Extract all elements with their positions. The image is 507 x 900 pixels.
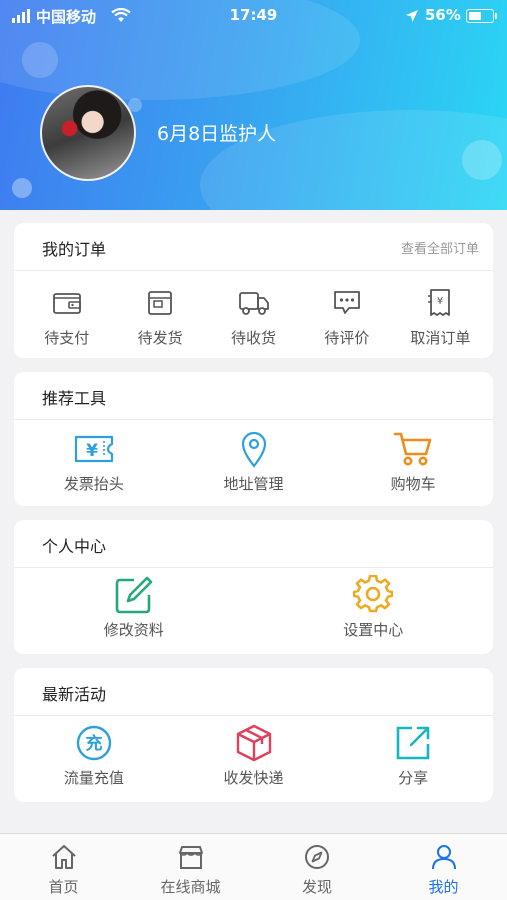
- personal-item-label: 修改资料: [103, 621, 164, 639]
- divider: [14, 419, 493, 420]
- battery-icon: [466, 9, 494, 23]
- battery-cap: [495, 13, 497, 19]
- compass-icon: [303, 844, 331, 874]
- express-delivery-button[interactable]: 收发快递: [174, 723, 334, 788]
- shopping-cart-button[interactable]: 购物车: [333, 429, 493, 494]
- tab-discover[interactable]: 发现: [254, 834, 380, 900]
- header-bubble: [12, 178, 32, 198]
- comment-icon: [332, 283, 362, 323]
- svg-text:¥: ¥: [437, 296, 443, 307]
- order-cancelled[interactable]: ¥ 取消订单: [394, 283, 487, 348]
- tab-label: 在线商城: [160, 878, 221, 896]
- personal-title: 个人中心: [42, 537, 107, 556]
- tools-title: 推荐工具: [42, 389, 107, 408]
- home-icon: [50, 844, 78, 874]
- svg-text:¥: ¥: [86, 441, 98, 461]
- share-icon: [394, 723, 432, 763]
- svg-text:充: 充: [85, 733, 102, 754]
- invoice-icon: ¥: [73, 429, 115, 469]
- activity-item-label: 流量充值: [63, 769, 124, 787]
- recharge-icon: 充: [75, 723, 113, 763]
- receipt-icon: ¥: [426, 283, 454, 323]
- tab-label: 发现: [301, 878, 332, 896]
- package-icon: [235, 723, 273, 763]
- tab-mine[interactable]: 我的: [380, 834, 507, 900]
- order-item-label: 取消订单: [410, 329, 471, 347]
- personal-card: 个人中心 修改资料 设置中心: [14, 520, 493, 654]
- header-bubble: [22, 42, 58, 78]
- share-button[interactable]: 分享: [333, 723, 493, 788]
- activities-title: 最新活动: [42, 685, 107, 704]
- gear-icon: [353, 575, 394, 615]
- battery-percent: 56%: [425, 6, 461, 24]
- order-pending-receipt[interactable]: 待收货: [207, 283, 300, 348]
- header-bubble: [462, 140, 502, 180]
- activity-item-label: 分享: [398, 769, 429, 787]
- cart-icon: [393, 429, 433, 469]
- orders-card: 我的订单 查看全部订单 待支付 待发货 待收货 待评价 ¥ 取消订单: [14, 223, 493, 358]
- tab-label: 我的: [428, 878, 459, 896]
- address-management-button[interactable]: 地址管理: [174, 429, 334, 494]
- box-icon: [146, 283, 174, 323]
- settings-button[interactable]: 设置中心: [254, 575, 494, 640]
- avatar[interactable]: [40, 85, 136, 181]
- order-item-label: 待发货: [137, 329, 183, 347]
- personal-item-label: 设置中心: [343, 621, 404, 639]
- order-item-label: 待评价: [324, 329, 370, 347]
- status-bar: 中国移动 17:49 56%: [0, 0, 507, 32]
- store-icon: [177, 844, 205, 874]
- order-pending-payment[interactable]: 待支付: [20, 283, 113, 348]
- tab-bar: 首页 在线商城 发现 我的: [0, 833, 507, 900]
- edit-icon: [114, 575, 154, 615]
- tool-item-label: 发票抬头: [63, 475, 124, 493]
- profile-header: 中国移动 17:49 56% 6月8日监护人: [0, 0, 507, 210]
- tools-card: 推荐工具 ¥ 发票抬头 地址管理 购物车: [14, 372, 493, 506]
- data-recharge-button[interactable]: 充 流量充值: [14, 723, 174, 788]
- view-all-orders-link[interactable]: 查看全部订单: [401, 238, 479, 257]
- location-arrow-icon: [405, 9, 419, 27]
- order-pending-shipment[interactable]: 待发货: [113, 283, 206, 348]
- order-pending-review[interactable]: 待评价: [300, 283, 393, 348]
- truck-icon: [238, 283, 270, 323]
- wallet-icon: [52, 283, 82, 323]
- activity-item-label: 收发快递: [223, 769, 284, 787]
- location-pin-icon: [240, 429, 268, 469]
- tab-online-store[interactable]: 在线商城: [127, 834, 254, 900]
- invoice-title-button[interactable]: ¥ 发票抬头: [14, 429, 174, 494]
- order-item-label: 待支付: [44, 329, 90, 347]
- tab-label: 首页: [48, 878, 79, 896]
- divider: [14, 270, 493, 271]
- tool-item-label: 购物车: [390, 475, 436, 493]
- orders-title: 我的订单: [42, 240, 107, 259]
- tool-item-label: 地址管理: [223, 475, 284, 493]
- tab-home[interactable]: 首页: [0, 834, 127, 900]
- edit-profile-button[interactable]: 修改资料: [14, 575, 254, 640]
- order-item-label: 待收货: [231, 329, 277, 347]
- user-name[interactable]: 6月8日监护人: [157, 119, 276, 146]
- user-icon: [430, 844, 458, 874]
- activities-card: 最新活动 充 流量充值 收发快递 分享: [14, 668, 493, 802]
- divider: [14, 567, 493, 568]
- divider: [14, 715, 493, 716]
